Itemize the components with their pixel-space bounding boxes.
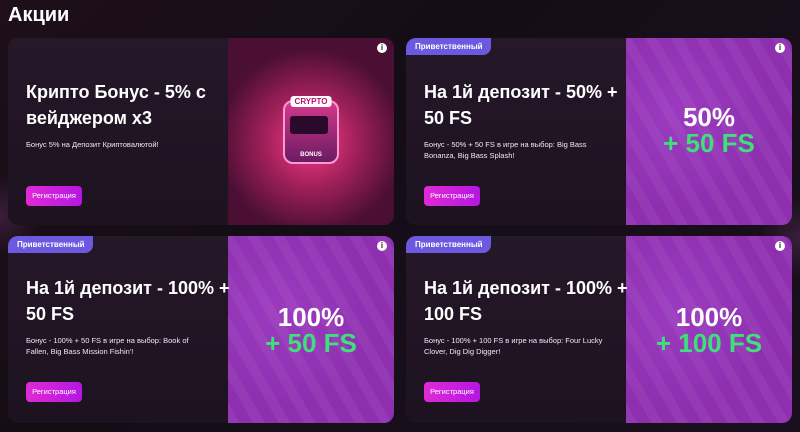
card-title: На 1й депозит - 50% + 50 FS	[424, 82, 618, 128]
card-description: Бонус - 100% + 100 FS в игре на выбор: F…	[424, 336, 603, 356]
register-button[interactable]: Регистрация	[26, 382, 82, 402]
promo-text: 100% + 50 FS	[228, 304, 394, 356]
promo-card-deposit-100-100[interactable]: 100% + 100 FS Приветственный i На 1й деп…	[406, 236, 792, 423]
slot-machine-icon: CRYPTO BONUS	[283, 95, 339, 164]
info-icon[interactable]: i	[775, 241, 785, 251]
welcome-badge: Приветственный	[406, 38, 491, 55]
promo-card-crypto[interactable]: CRYPTO BONUS i Крипто Бонус - 5% с вейдж…	[8, 38, 394, 225]
register-button[interactable]: Регистрация	[424, 382, 480, 402]
crypto-slot-image: CRYPTO BONUS	[228, 38, 394, 225]
card-title: На 1й депозит - 100% + 100 FS	[424, 278, 628, 324]
card-description: Бонус - 100% + 50 FS в игре на выбор: Bo…	[26, 336, 189, 356]
promo-freespins: + 100 FS	[655, 328, 763, 358]
info-icon[interactable]: i	[377, 241, 387, 251]
welcome-badge: Приветственный	[8, 236, 93, 253]
card-title: Крипто Бонус - 5% с вейджером x3	[26, 82, 206, 128]
slot-sign: CRYPTO	[290, 95, 332, 107]
promo-text: 100% + 100 FS	[626, 304, 792, 356]
promo-panel: 100% + 100 FS	[626, 236, 792, 423]
info-icon[interactable]: i	[377, 43, 387, 53]
card-description: Бонус - 50% + 50 FS в игре на выбор: Big…	[424, 140, 587, 160]
page-title: Акции	[8, 4, 70, 26]
card-description: Бонус 5% на Депозит Криптовалютой!	[26, 140, 159, 149]
promo-freespins: + 50 FS	[663, 128, 755, 158]
register-button[interactable]: Регистрация	[26, 186, 82, 206]
promo-card-deposit-100-50[interactable]: 100% + 50 FS Приветственный i На 1й депо…	[8, 236, 394, 423]
slot-bonus-text: BONUS	[300, 151, 322, 158]
promo-text: 50% + 50 FS	[626, 104, 792, 156]
promo-card-deposit-50[interactable]: 50% + 50 FS Приветственный i На 1й депоз…	[406, 38, 792, 225]
promo-percent: 50%	[682, 102, 736, 132]
promo-percent: 100%	[675, 302, 743, 332]
register-button[interactable]: Регистрация	[424, 186, 480, 206]
promo-percent: 100%	[277, 302, 345, 332]
card-title: На 1й депозит - 100% + 50 FS	[26, 278, 230, 324]
info-icon[interactable]: i	[775, 43, 785, 53]
promo-freespins: + 50 FS	[265, 328, 357, 358]
promo-panel: 100% + 50 FS	[228, 236, 394, 423]
promo-panel: 50% + 50 FS	[626, 38, 792, 225]
welcome-badge: Приветственный	[406, 236, 491, 253]
slot-reels	[290, 115, 328, 134]
